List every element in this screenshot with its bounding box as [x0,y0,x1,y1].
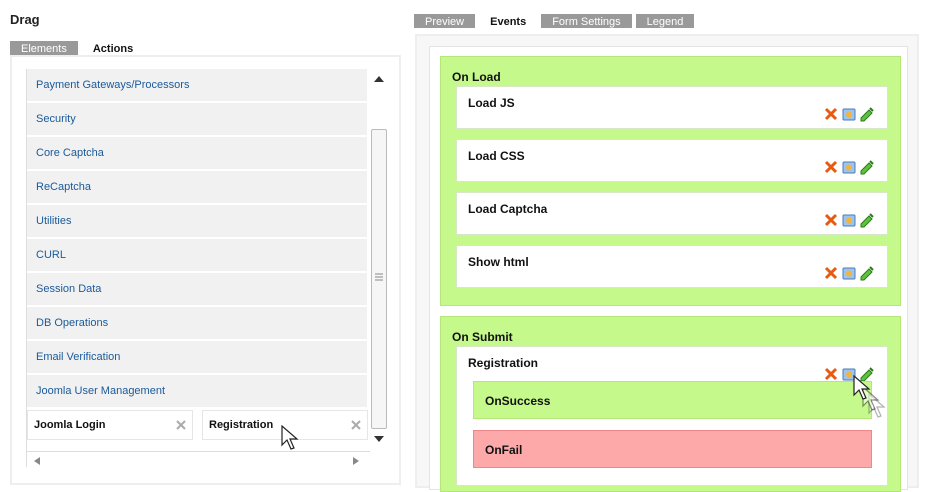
event-show-html[interactable]: Show html [456,245,888,288]
event-load-js[interactable]: Load JS [456,86,888,129]
tab-actions[interactable]: Actions [81,41,145,55]
on-load-group: On Load Load JS Load CSS Load Captcha Sh… [440,56,901,306]
list-item-security[interactable]: Security [27,103,367,136]
move-icon[interactable] [176,420,186,430]
horizontal-scrollbar[interactable] [27,451,370,467]
group-label-on-load: On Load [452,70,501,84]
tab-preview[interactable]: Preview [414,14,476,28]
settings-icon[interactable] [841,265,857,281]
event-label: Show html [468,255,529,269]
list-item-session-data[interactable]: Session Data [27,273,367,306]
vertical-scrollbar[interactable] [370,69,387,449]
event-label: Load JS [468,96,515,110]
on-success-block[interactable]: OnSuccess [473,381,872,419]
event-actions [823,159,875,175]
event-label: Registration [468,356,539,370]
edit-icon[interactable] [859,212,875,228]
tab-elements[interactable]: Elements [10,41,78,55]
actions-panel: Payment Gateways/Processors Security Cor… [10,55,401,485]
events-panel: On Load Load JS Load CSS Load Captcha Sh… [415,34,919,492]
list-item-recaptcha[interactable]: ReCaptcha [27,171,367,204]
left-tabbar: Elements Actions [10,41,145,55]
delete-icon[interactable] [823,366,839,382]
event-label: Load CSS [468,149,525,163]
actions-list: Payment Gateways/Processors Security Cor… [26,69,387,467]
list-item-joomla-user-management[interactable]: Joomla User Management [27,375,367,408]
scroll-left-icon[interactable] [34,457,40,465]
edit-icon[interactable] [859,159,875,175]
tab-legend[interactable]: Legend [635,14,695,28]
settings-icon[interactable] [841,159,857,175]
draggable-joomla-login[interactable]: Joomla Login [27,410,193,440]
group-label-on-submit: On Submit [452,330,513,344]
scroll-right-icon[interactable] [353,457,359,465]
scroll-up-icon[interactable] [374,76,384,82]
tab-events[interactable]: Events [479,14,538,28]
draggable-label: Joomla Login [34,419,106,431]
settings-icon[interactable] [841,212,857,228]
right-tabbar: Preview Events Form Settings Legend [414,14,695,28]
delete-icon[interactable] [823,159,839,175]
delete-icon[interactable] [823,106,839,122]
list-item-payment-gateways[interactable]: Payment Gateways/Processors [27,69,367,102]
delete-icon[interactable] [823,265,839,281]
scrollbar-thumb[interactable] [371,129,387,429]
list-item-core-captcha[interactable]: Core Captcha [27,137,367,170]
event-load-css[interactable]: Load CSS [456,139,888,182]
move-icon[interactable] [351,420,361,430]
event-load-captcha[interactable]: Load Captcha [456,192,888,235]
cursor-icon [281,425,299,450]
event-actions [823,265,875,281]
on-fail-block[interactable]: OnFail [473,430,872,468]
edit-icon[interactable] [859,265,875,281]
draggable-label: Registration [209,419,274,431]
delete-icon[interactable] [823,212,839,228]
cursor-icon [853,374,886,418]
events-container: On Load Load JS Load CSS Load Captcha Sh… [429,46,908,492]
event-actions [823,212,875,228]
list-item-curl[interactable]: CURL [27,239,367,272]
event-registration[interactable]: Registration OnSuccess OnFail [456,346,888,486]
list-item-db-operations[interactable]: DB Operations [27,307,367,340]
event-label: Load Captcha [468,202,548,216]
grip-icon [375,273,383,281]
drag-title: Drag [10,12,40,27]
scroll-down-icon[interactable] [374,436,384,442]
list-item-utilities[interactable]: Utilities [27,205,367,238]
tab-form-settings[interactable]: Form Settings [541,14,632,28]
event-actions [823,106,875,122]
settings-icon[interactable] [841,106,857,122]
list-item-email-verification[interactable]: Email Verification [27,341,367,374]
edit-icon[interactable] [859,106,875,122]
on-submit-group: On Submit Registration OnSuccess OnFail [440,316,901,492]
